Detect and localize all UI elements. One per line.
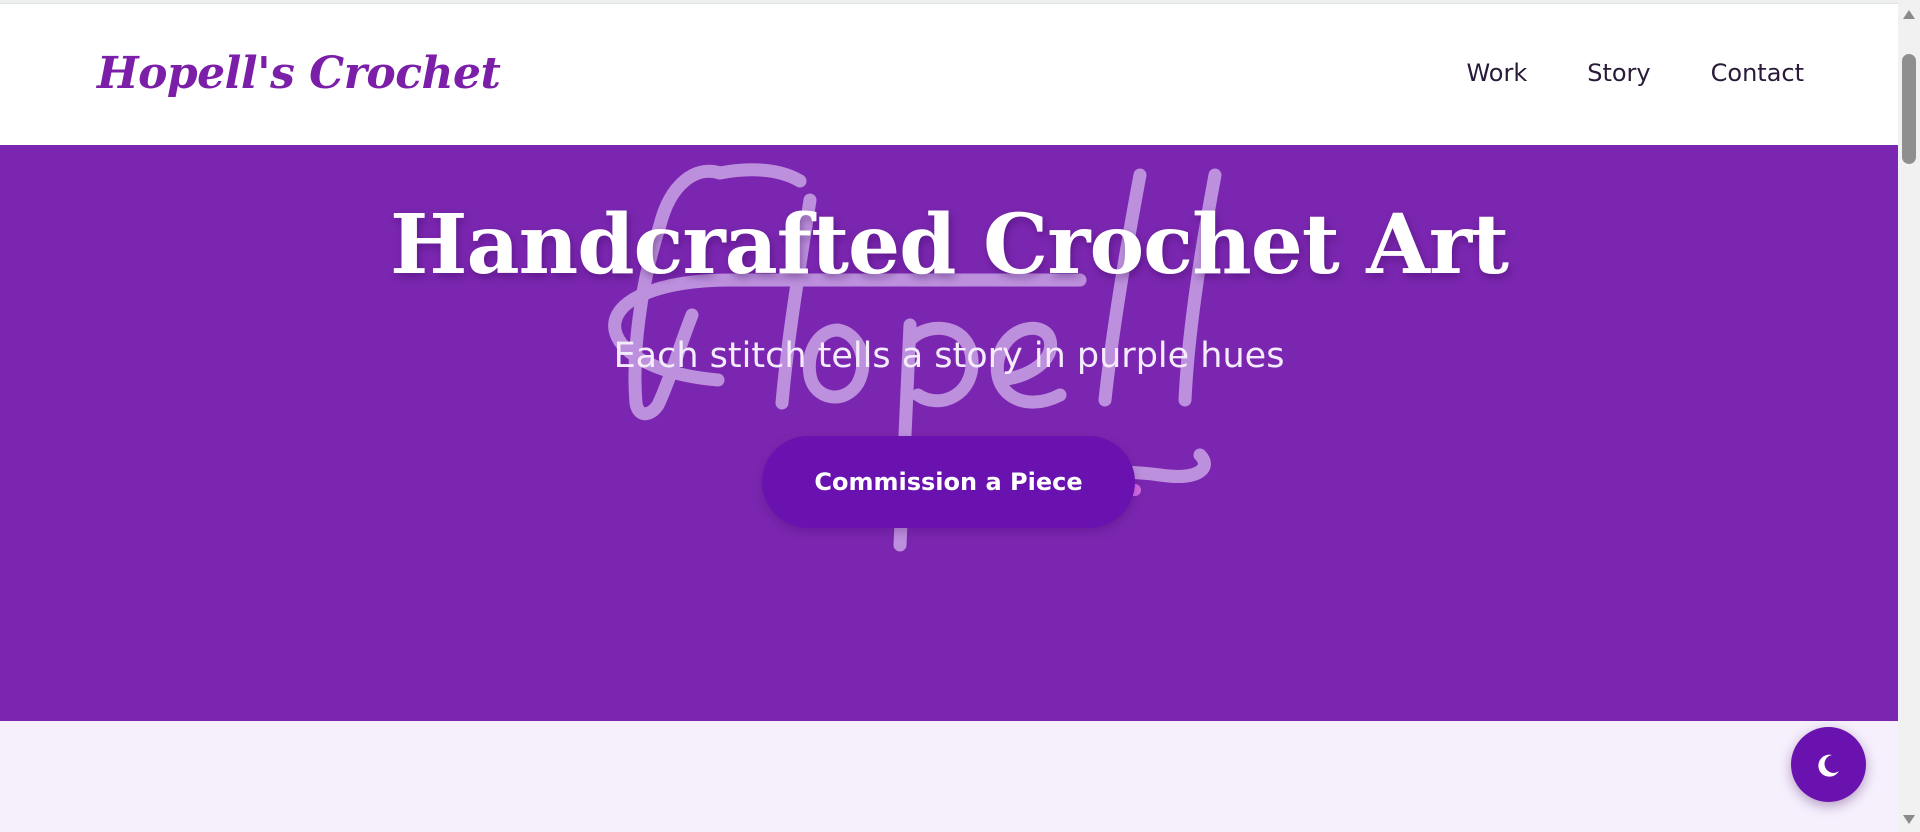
main-nav: Work Story Contact (1466, 59, 1804, 87)
content-section (0, 721, 1898, 832)
moon-icon (1817, 754, 1839, 777)
nav-link-work[interactable]: Work (1466, 59, 1527, 87)
site-header: Hopell's Crochet Work Story Contact (0, 4, 1898, 145)
nav-link-story[interactable]: Story (1587, 59, 1650, 87)
scrollbar-thumb[interactable] (1902, 54, 1916, 164)
scroll-down-arrow-icon[interactable] (1903, 815, 1915, 824)
hero-title: Handcrafted Crochet Art (389, 197, 1509, 293)
scroll-up-arrow-icon[interactable] (1903, 10, 1915, 19)
site-logo[interactable]: Hopell's Crochet (97, 48, 501, 99)
page-scrollbar[interactable] (1898, 0, 1920, 832)
nav-link-contact[interactable]: Contact (1711, 59, 1804, 87)
hero-subtitle: Each stitch tells a story in purple hues (613, 336, 1285, 376)
hero-section: Handcrafted Crochet Art Each stitch tell… (0, 145, 1898, 721)
commission-button[interactable]: Commission a Piece (762, 436, 1135, 528)
theme-toggle-button[interactable] (1791, 727, 1866, 802)
